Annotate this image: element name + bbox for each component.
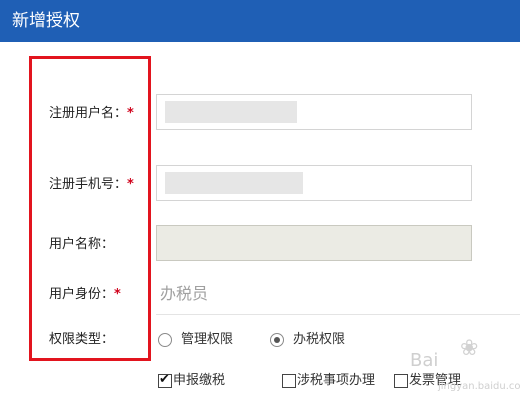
- dialog-header: 新增授权: [0, 0, 520, 42]
- manage-permission-label[interactable]: 管理权限: [181, 331, 233, 349]
- dialog-title: 新增授权: [12, 11, 80, 31]
- watermark-text: Bai: [410, 350, 439, 371]
- tax-permission-label[interactable]: 办税权限: [293, 331, 345, 349]
- reg-username-input[interactable]: [156, 94, 472, 130]
- tax-matters-label[interactable]: 涉税事项办理: [297, 372, 375, 390]
- checkbox-invoice-mgmt[interactable]: [394, 374, 408, 388]
- row-divider: [156, 314, 520, 315]
- checkbox-tax-matters[interactable]: [282, 374, 296, 388]
- paw-logo-icon: ❀: [460, 336, 479, 361]
- declare-pay-tax-label[interactable]: 申报缴税: [173, 372, 225, 390]
- baidu-watermark: ❀ Bai jingyan.baidu.com: [408, 336, 520, 398]
- user-name-input: [156, 225, 472, 261]
- redacted-value: [165, 172, 303, 194]
- reg-phone-input[interactable]: [156, 165, 472, 201]
- watermark-subtext: jingyan.baidu.com: [438, 381, 520, 392]
- annotation-highlight-box: [29, 56, 151, 361]
- redacted-value: [165, 101, 297, 123]
- radio-manage-permission[interactable]: [158, 333, 172, 347]
- radio-tax-permission[interactable]: [270, 333, 284, 347]
- user-identity-value[interactable]: 办税员: [160, 283, 208, 305]
- checkbox-declare-pay-tax[interactable]: [158, 372, 172, 388]
